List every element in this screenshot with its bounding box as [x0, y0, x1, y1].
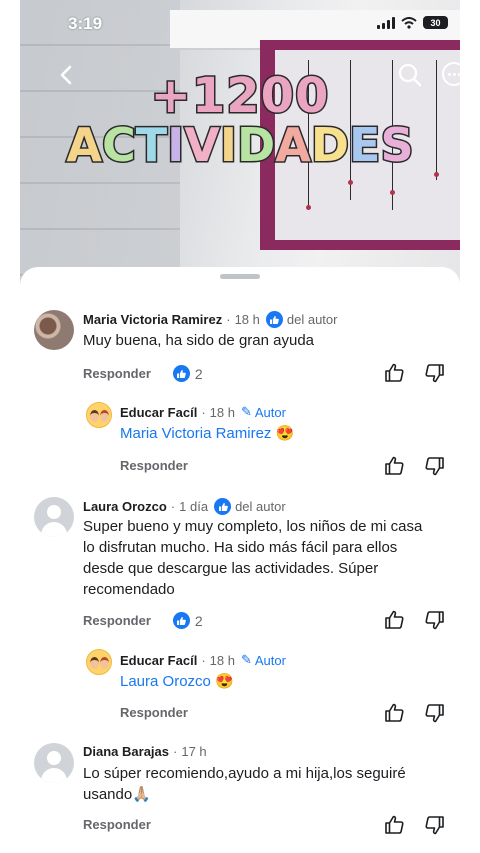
- thumbs-down-icon[interactable]: [425, 610, 445, 630]
- like-reaction-icon: [172, 365, 190, 382]
- video-title-number: +1200: [149, 67, 330, 126]
- title-letter: D: [309, 117, 350, 174]
- reply-button[interactable]: Responder: [83, 613, 151, 628]
- battery-icon: 30: [423, 16, 448, 29]
- author-badge: Autor: [254, 652, 286, 668]
- title-letter: E: [347, 117, 381, 174]
- thumbs-up-icon[interactable]: [384, 456, 404, 476]
- author-badge: Autor: [254, 404, 286, 420]
- thumbs-up-badge-icon: [265, 311, 283, 328]
- commenter-name[interactable]: Educar Facíl: [120, 653, 197, 668]
- reply-text: Maria Victoria Ramirez 😍: [120, 423, 294, 444]
- thumbs-down-icon[interactable]: [425, 363, 445, 383]
- thumbs-up-badge-icon: [214, 498, 232, 515]
- commenter-name[interactable]: Maria Victoria Ramirez: [83, 312, 222, 327]
- thumbs-down-icon[interactable]: [425, 703, 445, 723]
- comment-time: 18 h: [209, 652, 235, 668]
- title-letter: V: [183, 117, 222, 174]
- comment-actions: Responder 2: [83, 612, 203, 629]
- title-letter: S: [379, 117, 415, 174]
- commenter-name[interactable]: Educar Facíl: [120, 405, 197, 420]
- wifi-icon: [401, 16, 417, 29]
- thumbs-down-icon[interactable]: [425, 456, 445, 476]
- pencil-icon: ✎: [240, 404, 252, 419]
- thumbs-up-icon[interactable]: [384, 815, 404, 835]
- reply-button[interactable]: Responder: [83, 366, 151, 381]
- title-letter: T: [134, 117, 168, 174]
- title-letter: A: [65, 117, 104, 174]
- comment-header: Maria Victoria Ramirez · 18 h del autor: [83, 311, 338, 328]
- bead: [390, 190, 395, 195]
- comment-time: 18 h: [234, 312, 260, 327]
- thumbs-up-icon[interactable]: [384, 703, 404, 723]
- comments-sheet: Maria Victoria Ramirez · 18 h del autor …: [20, 267, 460, 853]
- author-reaction-badge: del autor: [286, 312, 338, 327]
- comment-header: Diana Barajas · 17 h: [83, 744, 207, 759]
- reply-header: Educar Facíl · 18 h ✎ Autor: [120, 652, 286, 668]
- comment-header: Laura Orozco · 1 día del autor: [83, 498, 286, 515]
- bead: [348, 180, 353, 185]
- sheet-drag-handle[interactable]: [220, 274, 260, 279]
- bead: [434, 172, 439, 177]
- video-preview[interactable]: +1200 ACTIVIDADES: [20, 0, 460, 290]
- more-dots-icon[interactable]: [442, 62, 460, 86]
- avatar[interactable]: [34, 497, 74, 537]
- thumbs-down-icon[interactable]: [425, 815, 445, 835]
- comment-text: Super bueno y muy completo, los niños de…: [83, 518, 423, 598]
- comment-time: 17 h: [181, 744, 207, 759]
- emoji: 😍: [275, 425, 295, 442]
- reply-button[interactable]: Responder: [120, 705, 188, 720]
- like-count[interactable]: 2: [172, 612, 203, 629]
- commenter-name[interactable]: Diana Barajas: [83, 744, 169, 759]
- commenter-name[interactable]: Laura Orozco: [83, 499, 167, 514]
- status-time: 3:19: [68, 14, 103, 33]
- mention-link[interactable]: Laura Orozco: [120, 673, 211, 690]
- comment-time: 1 día: [179, 499, 209, 514]
- reply-button[interactable]: Responder: [120, 458, 188, 473]
- comment-text: Lo súper recomiendo,ayudo a mi hija,los …: [83, 765, 406, 803]
- title-letter: I: [218, 117, 238, 174]
- title-letter: D: [236, 117, 277, 174]
- comment-actions: Responder 2: [83, 365, 203, 382]
- emoji: 😍: [215, 673, 234, 690]
- pencil-icon: ✎: [240, 652, 252, 667]
- title-letter: A: [274, 117, 313, 174]
- reply-button[interactable]: Responder: [83, 817, 151, 832]
- thumbs-up-icon[interactable]: [384, 363, 404, 383]
- video-title-word: ACTIVIDADES: [20, 117, 460, 174]
- chevron-left-icon[interactable]: [56, 64, 78, 86]
- status-icons: 30: [377, 16, 448, 29]
- reply-actions: Responder: [120, 705, 188, 720]
- search-icon[interactable]: [397, 62, 423, 88]
- reply-header: Educar Facíl · 18 h ✎ Autor: [120, 404, 286, 420]
- like-count[interactable]: 2: [172, 365, 203, 382]
- mention-link[interactable]: Maria Victoria Ramirez: [120, 425, 271, 442]
- thumbs-up-icon[interactable]: [384, 610, 404, 630]
- title-letter: C: [101, 117, 138, 174]
- reply-text: Laura Orozco 😍: [120, 671, 234, 692]
- page-avatar[interactable]: [86, 402, 112, 428]
- screen-border-left: [0, 0, 20, 853]
- page-avatar[interactable]: [86, 649, 112, 675]
- author-reaction-badge: del autor: [235, 499, 286, 514]
- bead: [306, 205, 311, 210]
- comment-actions: Responder: [83, 817, 151, 832]
- reply-actions: Responder: [120, 458, 188, 473]
- avatar[interactable]: [34, 310, 74, 350]
- screen-border-right: [460, 0, 480, 853]
- avatar[interactable]: [34, 743, 74, 783]
- cellular-signal-icon: [377, 16, 395, 29]
- comment-time: 18 h: [209, 404, 235, 420]
- like-reaction-icon: [172, 612, 190, 629]
- comment-text: Muy buena, ha sido de gran ayuda: [83, 332, 314, 349]
- title-letter: I: [166, 117, 186, 174]
